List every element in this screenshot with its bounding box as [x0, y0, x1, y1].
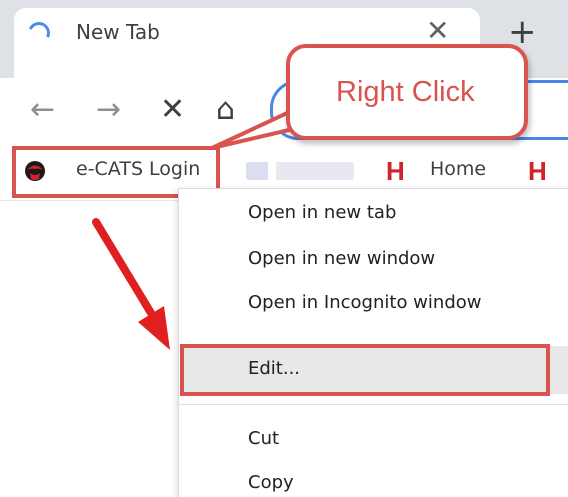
red-arrow	[92, 218, 170, 350]
